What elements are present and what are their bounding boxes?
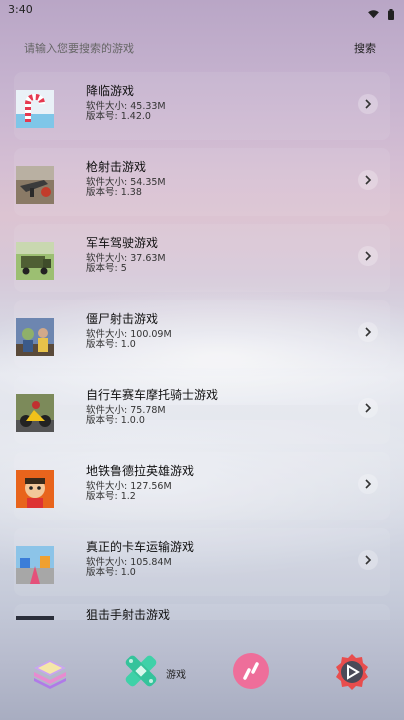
app-screen: 3:40 搜索 降临游戏 [0, 0, 404, 720]
game-list-item[interactable]: 僵尸射击游戏 软件大小: 100.09M 版本号: 1.0 [14, 300, 390, 368]
game-list-item[interactable]: 枪射击游戏 软件大小: 54.35M 版本号: 1.38 [14, 148, 390, 216]
battery-icon [388, 9, 394, 20]
layers-icon [34, 660, 66, 689]
game-name: 真正的卡车运输游戏 [86, 540, 195, 554]
game-name: 自行车赛车摩托骑士游戏 [86, 388, 219, 402]
open-game-button[interactable] [358, 398, 378, 418]
zombie-icon [16, 318, 54, 356]
open-game-button[interactable] [358, 94, 378, 114]
chevron-right-icon [365, 175, 372, 185]
truck-icon [16, 546, 54, 584]
open-game-button[interactable] [358, 474, 378, 494]
game-version: 版本号: 1.38 [86, 187, 142, 198]
game-name: 狙击手射击游戏 [86, 608, 171, 620]
nav-item-link[interactable] [232, 652, 270, 694]
chevron-right-icon [365, 327, 372, 337]
open-game-button[interactable] [358, 322, 378, 342]
game-list-item[interactable]: 真正的卡车运输游戏 软件大小: 105.84M 版本号: 1.0 [14, 528, 390, 596]
hero-icon [16, 470, 54, 508]
chevron-right-icon [365, 403, 372, 413]
motorbike-icon [16, 394, 54, 432]
chevron-right-icon [365, 555, 372, 565]
wifi-icon [368, 10, 379, 19]
open-game-button[interactable] [358, 246, 378, 266]
game-version: 版本号: 1.0 [86, 339, 136, 350]
bandage-icon [125, 655, 157, 687]
game-name: 降临游戏 [86, 84, 135, 98]
gun-icon [16, 166, 54, 204]
game-name: 军车驾驶游戏 [86, 236, 159, 250]
game-name: 僵尸射击游戏 [86, 312, 159, 326]
game-version: 版本号: 5 [86, 263, 127, 274]
sniper-icon [16, 616, 54, 620]
game-version: 版本号: 1.0 [86, 567, 136, 578]
bottom-nav [0, 628, 404, 720]
search-bar: 搜索 [14, 34, 390, 62]
game-version: 版本号: 1.0.0 [86, 415, 145, 426]
nav-item-games[interactable] [122, 652, 160, 694]
game-version: 版本号: 1.2 [86, 491, 136, 502]
status-time: 3:40 [8, 3, 33, 16]
search-button[interactable]: 搜索 [354, 40, 376, 56]
game-name: 枪射击游戏 [86, 160, 147, 174]
status-icons [364, 4, 394, 23]
open-game-button[interactable] [358, 170, 378, 190]
game-version: 版本号: 1.42.0 [86, 111, 151, 122]
nav-item-layers[interactable] [30, 652, 70, 696]
army-truck-icon [16, 242, 54, 280]
nav-item-player[interactable] [332, 652, 372, 696]
game-list-item[interactable]: 自行车赛车摩托骑士游戏 软件大小: 75.78M 版本号: 1.0.0 [14, 376, 390, 444]
play-gear-icon [336, 654, 368, 690]
open-game-button[interactable] [358, 550, 378, 570]
game-list-item[interactable]: 军车驾驶游戏 软件大小: 37.63M 版本号: 5 [14, 224, 390, 292]
nav-label-games: 游戏 [166, 670, 186, 681]
game-list-item[interactable]: 狙击手射击游戏 [14, 604, 390, 620]
chevron-right-icon [365, 251, 372, 261]
status-bar: 3:40 [0, 0, 404, 20]
game-list-item[interactable]: 地铁鲁德拉英雄游戏 软件大小: 127.56M 版本号: 1.2 [14, 452, 390, 520]
game-name: 地铁鲁德拉英雄游戏 [86, 464, 195, 478]
search-input[interactable] [24, 39, 324, 57]
candy-cane-icon [16, 90, 54, 128]
chevron-right-icon [365, 479, 372, 489]
link-icon [233, 653, 269, 689]
game-list-item[interactable]: 降临游戏 软件大小: 45.33M 版本号: 1.42.0 [14, 72, 390, 140]
chevron-right-icon [365, 99, 372, 109]
